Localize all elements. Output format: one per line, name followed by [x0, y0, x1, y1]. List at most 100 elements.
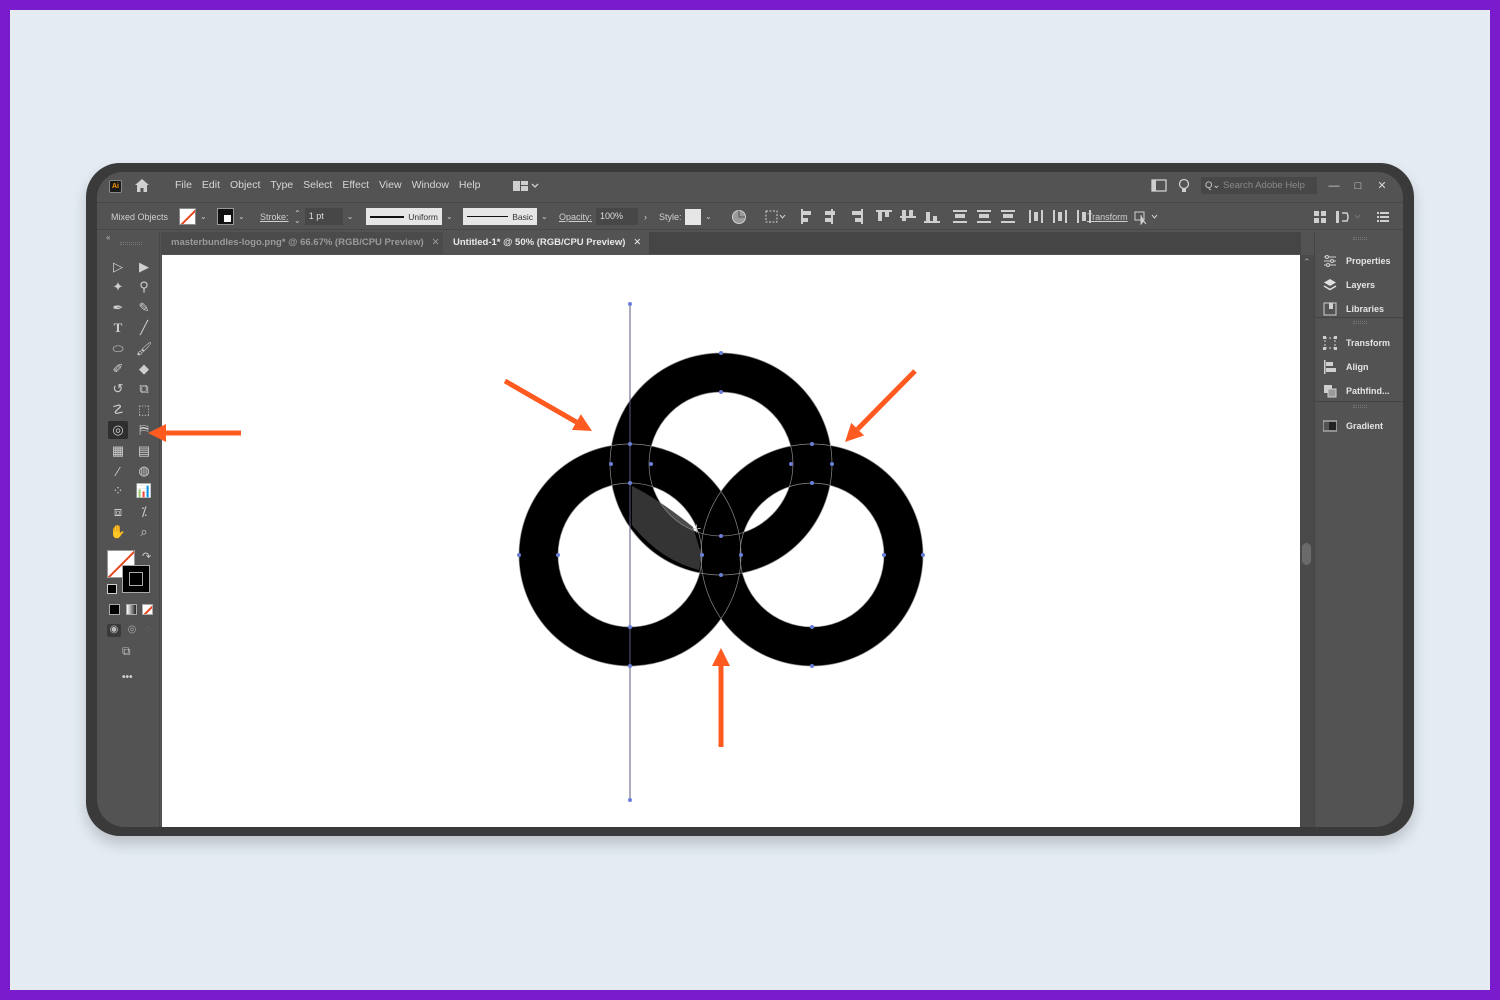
arrange-documents-icon[interactable]	[1151, 179, 1167, 192]
collapse-toolbar-icon[interactable]: «	[106, 233, 110, 242]
rotate-tool-icon[interactable]: ↺	[108, 380, 128, 398]
maximize-button[interactable]: □	[1351, 180, 1365, 192]
panel-menu-icon[interactable]	[1377, 211, 1389, 223]
tab-masterbundles-logo[interactable]: masterbundles-logo.png* @ 66.67% (RGB/CP…	[161, 232, 443, 254]
panel-group-grip[interactable]	[1353, 405, 1367, 408]
stroke-color-dropdown[interactable]: ⌄	[217, 208, 245, 225]
eyedropper-tool-icon[interactable]: ⁄	[108, 462, 128, 480]
gradient-mode-icon[interactable]	[126, 604, 137, 615]
panel-pathfind[interactable]: Pathfind...	[1323, 382, 1390, 400]
workspace-switcher-icon[interactable]	[513, 180, 539, 192]
artboard-canvas[interactable]	[162, 255, 1300, 827]
menu-view[interactable]: View	[379, 179, 402, 191]
brush-definition-dropdown[interactable]: Basic ⌄	[463, 208, 548, 225]
close-tab-icon[interactable]: ✕	[432, 237, 440, 248]
menu-select[interactable]: Select	[303, 179, 332, 191]
pen-tool-icon[interactable]: ✒	[108, 299, 128, 317]
horizontal-align-left-icon[interactable]	[800, 209, 816, 224]
draw-inside-icon[interactable]: ◌	[141, 624, 155, 637]
scroll-up-icon[interactable]: ⌃	[1303, 257, 1311, 268]
transform-link[interactable]: Transform	[1087, 208, 1128, 225]
puppet-warp-grid-icon[interactable]	[1313, 210, 1327, 224]
blend-tool-icon[interactable]: ◍	[134, 462, 154, 480]
zoom-tool-icon[interactable]: ⌕	[134, 523, 154, 541]
draw-normal-icon[interactable]: ◉	[107, 624, 121, 637]
menu-edit[interactable]: Edit	[202, 179, 220, 191]
lasso-tool-icon[interactable]: ⚲	[134, 278, 154, 296]
color-mode-icon[interactable]	[109, 604, 120, 615]
live-paint-bucket-tool-icon[interactable]: ⛿	[134, 421, 154, 439]
eraser-tool-icon[interactable]: ◆	[134, 360, 154, 378]
type-tool-icon[interactable]: T	[108, 319, 128, 337]
isolate-selected-object-icon[interactable]	[1133, 209, 1161, 225]
menu-help[interactable]: Help	[459, 179, 481, 191]
stroke-swatch[interactable]	[122, 565, 150, 593]
menu-window[interactable]: Window	[412, 179, 449, 191]
puppet-warp-tool-icon[interactable]: ☡	[108, 401, 128, 419]
panel-libraries[interactable]: Libraries	[1323, 300, 1384, 318]
free-transform-tool-icon[interactable]: ⬚	[134, 401, 154, 419]
vertical-scrollbar[interactable]: ⌃	[1300, 255, 1314, 827]
magic-wand-tool-icon[interactable]: ✦	[108, 278, 128, 296]
direct-selection-tool-icon[interactable]: ▷	[108, 258, 128, 276]
shaper-tool-icon[interactable]: ✐	[108, 360, 128, 378]
arrange-dropdown-icon[interactable]	[1335, 210, 1365, 224]
opacity-label[interactable]: Opacity:	[559, 208, 592, 225]
ellipse-tool-icon[interactable]: ⬭	[108, 340, 128, 358]
panel-group-grip[interactable]	[1353, 321, 1367, 324]
graphic-style-dropdown[interactable]: ⌄	[685, 208, 712, 225]
draw-behind-icon[interactable]: ◎	[125, 624, 139, 637]
minimize-button[interactable]: —	[1327, 180, 1341, 192]
shape-builder-tool-icon[interactable]: ◎	[108, 421, 128, 440]
home-icon[interactable]	[134, 178, 150, 193]
symbol-sprayer-tool-icon[interactable]: ⁘	[108, 482, 128, 500]
panel-layers[interactable]: Layers	[1323, 276, 1375, 294]
column-graph-tool-icon[interactable]: 📊	[134, 482, 154, 500]
gradient-tool-icon[interactable]: ▤	[134, 442, 154, 460]
curvature-tool-icon[interactable]: ✎	[134, 299, 154, 317]
panel-align[interactable]: Align	[1323, 358, 1369, 376]
panel-properties[interactable]: Properties	[1323, 252, 1391, 270]
close-button[interactable]: ✕	[1375, 179, 1389, 192]
close-tab-icon[interactable]: ✕	[633, 237, 641, 248]
vertical-align-bottom-icon[interactable]	[924, 209, 940, 224]
horizontal-distribute-left-icon[interactable]	[1028, 209, 1044, 224]
stroke-weight-value[interactable]: 1 pt	[304, 208, 343, 225]
chevron-right-icon[interactable]: ›	[644, 212, 647, 222]
stroke-label[interactable]: Stroke:	[260, 208, 289, 225]
mesh-tool-icon[interactable]: ▦	[108, 442, 128, 460]
slice-tool-icon[interactable]: ⁒	[134, 503, 154, 521]
search-adobe-help-input[interactable]: Q⌄ Search Adobe Help	[1201, 177, 1317, 194]
variable-width-profile-dropdown[interactable]: Uniform ⌄	[366, 208, 453, 225]
menu-object[interactable]: Object	[230, 179, 260, 191]
menu-file[interactable]: File	[175, 179, 192, 191]
edit-toolbar-icon[interactable]: •••	[122, 672, 133, 683]
paintbrush-tool-icon[interactable]: 🖌	[134, 340, 154, 358]
horizontal-align-right-icon[interactable]	[848, 209, 864, 224]
discover-lightbulb-icon[interactable]	[1177, 178, 1191, 194]
artboard-tool-icon[interactable]: ⧈	[108, 503, 128, 521]
panel-gradient[interactable]: Gradient	[1323, 417, 1383, 435]
vertical-distribute-bottom-icon[interactable]	[1000, 209, 1016, 224]
panel-grip[interactable]	[120, 242, 142, 245]
selection-tool-icon[interactable]: ▶	[134, 258, 154, 276]
vertical-distribute-center-icon[interactable]	[976, 209, 992, 224]
stepper-icon[interactable]: ⌃ ⌄	[294, 209, 301, 224]
change-screen-mode-icon[interactable]: ⧉	[122, 644, 142, 658]
none-mode-icon[interactable]	[142, 604, 153, 615]
menu-effect[interactable]: Effect	[342, 179, 369, 191]
align-to-icon[interactable]	[765, 210, 787, 224]
scrollbar-thumb[interactable]	[1302, 543, 1311, 565]
horizontal-align-center-icon[interactable]	[824, 209, 840, 224]
scale-tool-icon[interactable]: ⧉	[134, 380, 154, 398]
panel-group-grip[interactable]	[1353, 237, 1367, 240]
panel-transform[interactable]: Transform	[1323, 334, 1390, 352]
opacity-field[interactable]: 100% ›	[596, 208, 647, 225]
line-segment-tool-icon[interactable]: ╱	[134, 319, 154, 337]
horizontal-distribute-center-icon[interactable]	[1052, 209, 1068, 224]
default-fill-stroke-icon[interactable]	[107, 584, 117, 594]
vertical-align-top-icon[interactable]	[876, 209, 892, 224]
hand-tool-icon[interactable]: ✋	[108, 523, 128, 541]
swap-fill-stroke-icon[interactable]: ↷	[142, 550, 151, 563]
recolor-artwork-icon[interactable]	[731, 209, 747, 225]
